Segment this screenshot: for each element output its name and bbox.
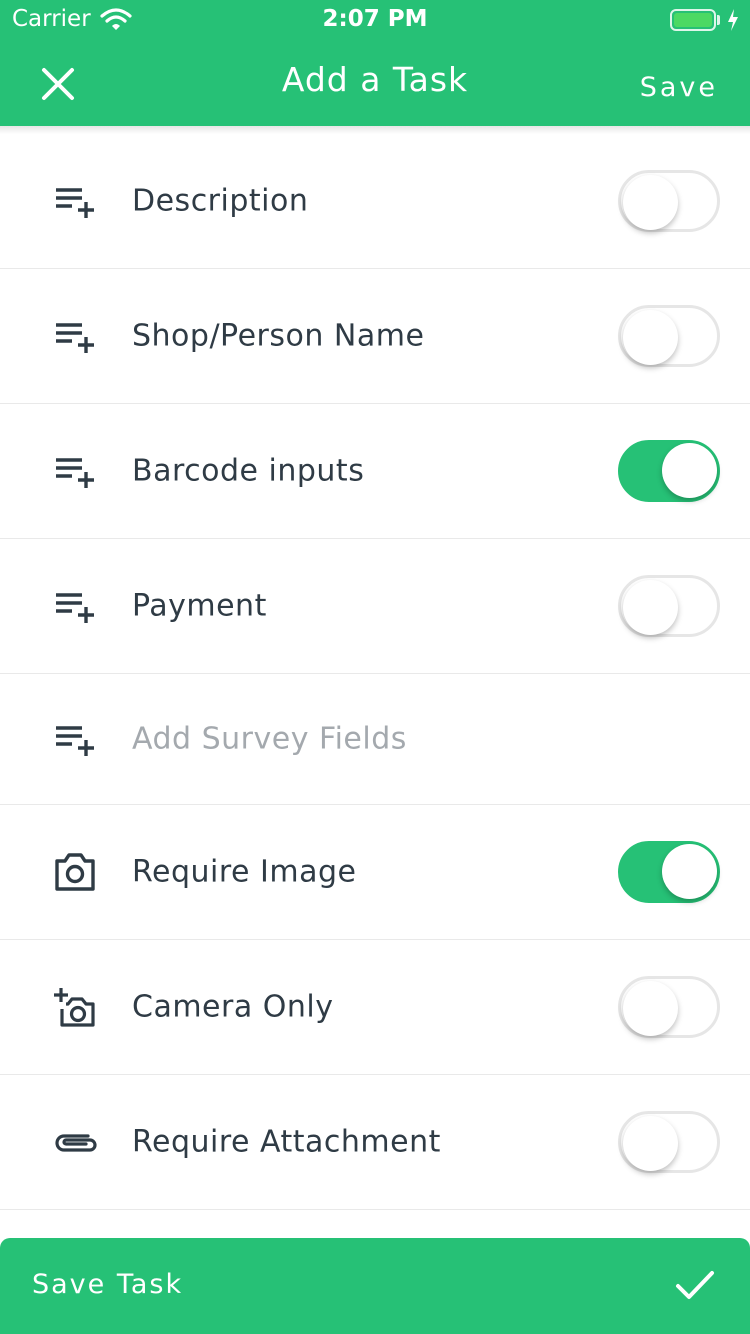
save-task-label: Save Task [32,1269,184,1300]
save-task-button[interactable]: Save Task [0,1238,750,1334]
row-payment: Payment [0,539,750,674]
payment-toggle[interactable] [618,575,720,637]
playlist-add-icon [52,451,100,491]
toggle-knob [662,443,717,498]
playlist-add-icon [52,316,100,356]
row-shop-person-name: Shop/Person Name [0,269,750,404]
app-header: Carrier 2:07 PM Add a Task Save [0,0,750,126]
row-label: Require Image [132,854,357,890]
battery-icon [670,9,716,31]
playlist-add-icon [52,181,100,221]
row-require-image: Require Image [0,805,750,940]
row-label: Camera Only [132,989,334,1025]
row-barcode-inputs: Barcode inputs [0,404,750,539]
barcode-inputs-toggle[interactable] [618,440,720,502]
toggle-knob [623,580,678,635]
require-attachment-toggle[interactable] [618,1111,720,1173]
toggle-knob [623,981,678,1036]
playlist-add-icon [52,719,100,759]
toggle-knob [623,175,678,230]
toggle-knob [662,844,717,899]
save-button[interactable]: Save [640,72,718,103]
row-camera-only: Camera Only [0,940,750,1075]
check-icon [674,1264,716,1306]
row-label: Barcode inputs [132,453,365,489]
playlist-add-icon [52,586,100,626]
require-image-toggle[interactable] [618,841,720,903]
row-add-survey-fields[interactable]: Add Survey Fields [0,674,750,805]
row-require-attachment: Require Attachment [0,1075,750,1210]
toggle-knob [623,1116,678,1171]
charging-bolt-icon [727,8,739,36]
add-survey-fields-link[interactable]: Add Survey Fields [132,722,407,757]
row-label: Require Attachment [132,1124,441,1160]
task-options-list: Description Shop/Person Name Barcode inp… [0,134,750,1210]
camera-icon [52,852,100,892]
row-description: Description [0,134,750,269]
status-bar: Carrier 2:07 PM [0,0,750,40]
battery-cap [717,15,720,25]
add-camera-icon [52,987,100,1027]
page-title: Add a Task [281,60,469,99]
description-toggle[interactable] [618,170,720,232]
row-label: Payment [132,588,267,624]
row-label: Shop/Person Name [132,318,425,354]
shop-person-name-toggle[interactable] [618,305,720,367]
paperclip-icon [52,1122,100,1162]
status-time: 2:07 PM [322,6,428,32]
header-shadow [0,126,750,134]
row-label: Description [132,183,309,219]
toggle-knob [623,310,678,365]
camera-only-toggle[interactable] [618,976,720,1038]
